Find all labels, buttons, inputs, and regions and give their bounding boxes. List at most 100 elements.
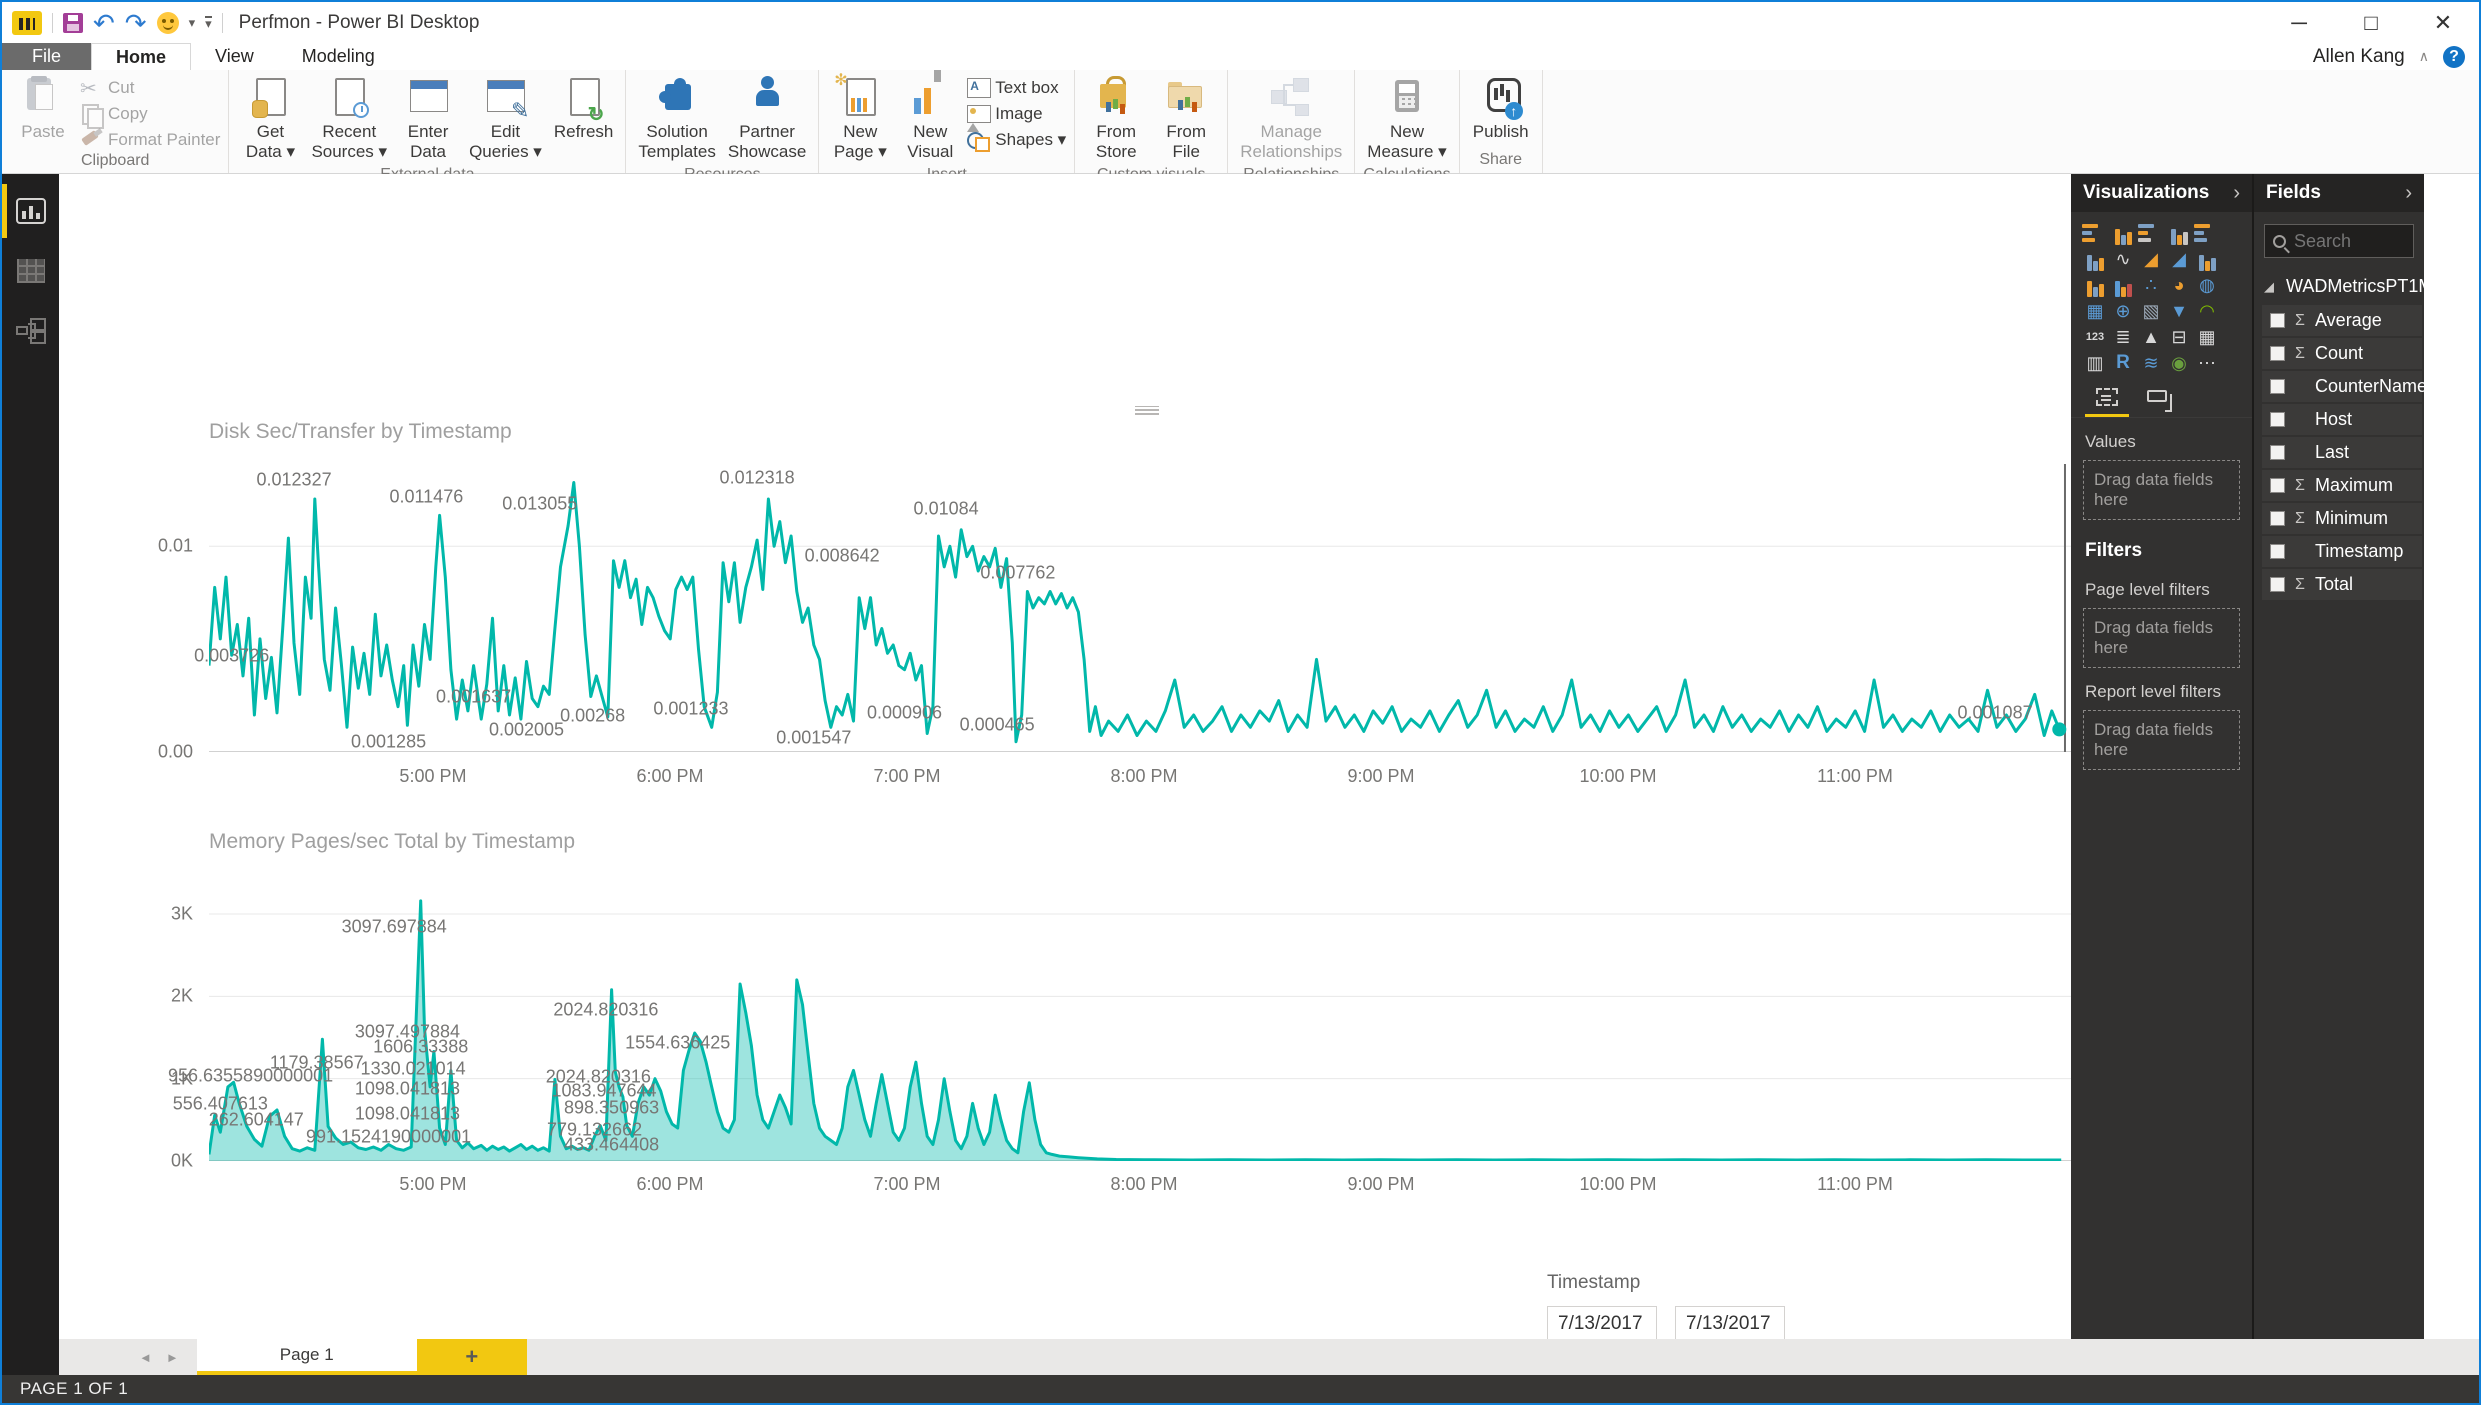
viz-icon-area-chart[interactable]: ◢ xyxy=(2138,247,2164,271)
save-icon[interactable] xyxy=(63,12,83,33)
new-page-button[interactable]: NewPage ▾ xyxy=(827,70,893,164)
ribbon-tab-file[interactable]: File xyxy=(2,43,92,70)
refresh-button[interactable]: Refresh xyxy=(550,74,618,144)
viz-icon-line-and-clustered-column-chart[interactable] xyxy=(2082,273,2108,297)
viz-icon-100-stacked-bar-chart[interactable] xyxy=(2194,221,2220,245)
viz-icon-stacked-column-chart[interactable] xyxy=(2110,221,2136,245)
format-painter-button[interactable]: Format Painter xyxy=(80,130,220,150)
field-checkbox[interactable] xyxy=(2270,511,2285,526)
viz-icon-100-stacked-column-chart[interactable] xyxy=(2082,247,2108,271)
smiley-dropdown-icon[interactable]: ▾ xyxy=(189,15,196,31)
viz-icon-kpi[interactable]: ▲ xyxy=(2138,325,2164,349)
tab-page-1[interactable]: Page 1 xyxy=(196,1339,417,1375)
cut-button[interactable]: Cut xyxy=(80,76,220,101)
sidebar-item-data-view[interactable] xyxy=(2,248,59,294)
field-row-minimum[interactable]: Σ Minimum xyxy=(2262,503,2422,534)
maximize-button[interactable]: □ xyxy=(2335,2,2407,43)
viz-icon-pie-chart[interactable]: ◕ xyxy=(2166,273,2192,297)
viz-icon-stacked-bar-chart[interactable] xyxy=(2082,221,2108,245)
viz-icon-stacked-area-chart[interactable]: ◢ xyxy=(2166,247,2192,271)
next-page-icon[interactable]: ► xyxy=(166,1350,179,1365)
new-visual-button[interactable]: New Visual xyxy=(897,70,963,164)
field-checkbox[interactable] xyxy=(2270,412,2285,427)
field-row-average[interactable]: Σ Average xyxy=(2262,305,2422,336)
field-row-host[interactable]: ΣHost xyxy=(2262,404,2422,435)
get-data-button[interactable]: Get Data ▾ xyxy=(237,74,303,164)
search-input[interactable] xyxy=(2294,230,2404,252)
viz-icon-waterfall-chart[interactable] xyxy=(2110,273,2136,297)
viz-icon-card[interactable]: 123 xyxy=(2082,325,2108,349)
viz-icon-filled-map[interactable]: ▧ xyxy=(2138,299,2164,323)
collapse-panel-icon[interactable]: › xyxy=(2405,182,2412,205)
field-checkbox[interactable] xyxy=(2270,544,2285,559)
values-drop-area[interactable]: Drag data fields here xyxy=(2083,460,2240,520)
viz-icon-multi-row-card[interactable]: ≣ xyxy=(2110,325,2136,349)
recent-sources-button[interactable]: Recent Sources ▾ xyxy=(307,74,391,164)
ribbon-tab-modeling[interactable]: Modeling xyxy=(278,43,399,70)
report-canvas[interactable]: ↗ ⋯ Disk Sec/Transfer by Timestamp 0.000… xyxy=(59,174,2130,1396)
viz-icon-table[interactable]: ▦ xyxy=(2194,325,2220,349)
account-chevron-icon[interactable]: ∧ xyxy=(2419,48,2429,65)
help-icon[interactable]: ? xyxy=(2443,45,2465,68)
power-bi-app-icon[interactable] xyxy=(12,10,42,35)
prev-page-icon[interactable]: ◄ xyxy=(139,1350,152,1365)
from-store-button[interactable]: From Store xyxy=(1083,74,1149,164)
ribbon-tab-view[interactable]: View xyxy=(191,43,278,70)
field-checkbox[interactable] xyxy=(2270,379,2285,394)
text-box-button[interactable]: Text box xyxy=(967,78,1066,98)
field-checkbox[interactable] xyxy=(2270,313,2285,328)
copy-button[interactable]: Copy xyxy=(80,104,220,129)
field-row-countername[interactable]: ΣCounterName xyxy=(2262,371,2427,402)
field-row-timestamp[interactable]: ΣTimestamp xyxy=(2262,536,2422,567)
solution-templates-button[interactable]: Solution Templates xyxy=(634,74,719,164)
tab-fields[interactable] xyxy=(2085,388,2129,417)
sidebar-item-report-view[interactable] xyxy=(2,184,59,238)
collapse-panel-icon[interactable]: › xyxy=(2233,182,2240,205)
slicer-start-date-input[interactable] xyxy=(1547,1306,1657,1342)
viz-icon-pulse-chart[interactable]: ≋ xyxy=(2138,351,2164,375)
field-row-count[interactable]: Σ Count xyxy=(2262,338,2422,369)
viz-icon-slicer[interactable]: ⊟ xyxy=(2166,325,2192,349)
tab-format[interactable] xyxy=(2135,388,2179,417)
viz-icon-donut-chart[interactable]: ◍ xyxy=(2194,273,2220,297)
visual-drag-handle[interactable] xyxy=(1135,406,1159,415)
field-row-last[interactable]: ΣLast xyxy=(2262,437,2422,468)
viz-icon-matrix[interactable]: ▥ xyxy=(2082,351,2108,375)
manage-relationships-button[interactable]: Manage Relationships xyxy=(1236,74,1346,164)
partner-showcase-button[interactable]: Partner Showcase xyxy=(724,74,810,164)
new-measure-button[interactable]: New Measure ▾ xyxy=(1363,74,1450,164)
viz-icon-treemap[interactable]: ▦ xyxy=(2082,299,2108,323)
enter-data-button[interactable]: Enter Data xyxy=(395,74,461,164)
publish-button[interactable]: Publish xyxy=(1468,74,1534,144)
report-filters-drop-area[interactable]: Drag data fields here xyxy=(2083,710,2240,770)
viz-icon-clustered-bar-chart[interactable] xyxy=(2138,221,2164,245)
paste-button[interactable]: Paste xyxy=(10,74,76,144)
field-checkbox[interactable] xyxy=(2270,577,2285,592)
viz-icon-line-and-stacked-column-chart[interactable] xyxy=(2194,247,2220,271)
redo-icon[interactable]: ↷ xyxy=(125,10,147,36)
add-page-button[interactable]: + xyxy=(416,1339,527,1375)
viz-icon-arcgis-map[interactable]: ◉ xyxy=(2166,351,2192,375)
viz-icon-funnel[interactable]: ▼ xyxy=(2166,299,2192,323)
shapes-button[interactable]: Shapes ▾ xyxy=(967,130,1066,152)
close-button[interactable]: ✕ xyxy=(2407,2,2479,43)
slicer-end-date-input[interactable] xyxy=(1675,1306,1785,1342)
viz-icon-map[interactable]: ⊕ xyxy=(2110,299,2136,323)
sidebar-item-relationships-view[interactable] xyxy=(2,308,59,354)
minimize-button[interactable]: ─ xyxy=(2263,2,2335,43)
field-checkbox[interactable] xyxy=(2270,346,2285,361)
viz-icon-clustered-column-chart[interactable] xyxy=(2166,221,2192,245)
table-expand-icon[interactable]: ◢ xyxy=(2264,279,2274,295)
viz-icon-more-options[interactable]: ⋯ xyxy=(2194,351,2220,375)
page-filters-drop-area[interactable]: Drag data fields here xyxy=(2083,608,2240,668)
image-button[interactable]: Image xyxy=(967,104,1066,132)
field-checkbox[interactable] xyxy=(2270,445,2285,460)
field-row-maximum[interactable]: Σ Maximum xyxy=(2262,470,2422,501)
viz-icon-scatter-chart[interactable]: ∴ xyxy=(2138,273,2164,297)
edit-queries-button[interactable]: EditQueries ▾ xyxy=(465,74,546,164)
customize-toolbar-icon[interactable]: ▾ xyxy=(205,16,212,30)
from-file-button[interactable]: From File xyxy=(1153,74,1219,164)
visual-disk-sec-transfer[interactable]: ↗ ⋯ Disk Sec/Transfer by Timestamp 0.000… xyxy=(147,400,2147,810)
field-checkbox[interactable] xyxy=(2270,478,2285,493)
undo-icon[interactable]: ↶ xyxy=(93,10,115,36)
